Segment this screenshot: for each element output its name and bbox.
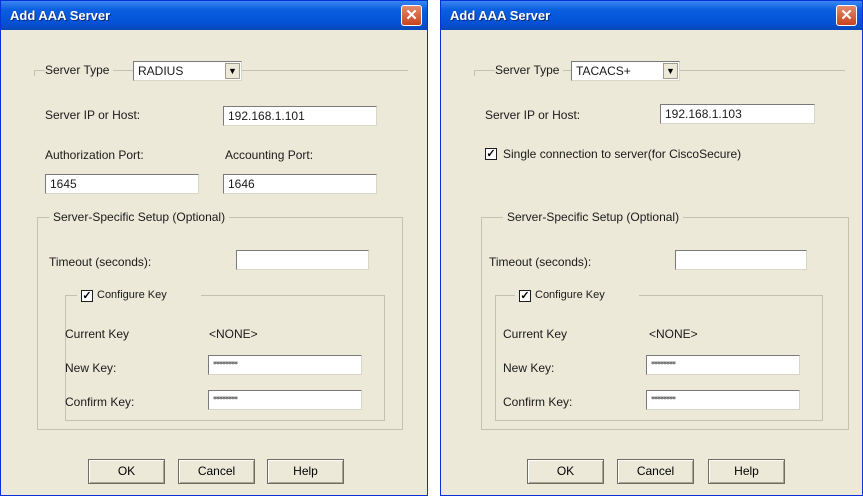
cancel-button[interactable]: Cancel	[617, 459, 694, 484]
new-key-field[interactable]: ********	[646, 355, 800, 375]
chevron-down-icon[interactable]: ▼	[663, 63, 678, 79]
server-type-label: Server Type	[495, 63, 564, 77]
server-specific-setup-label: Server-Specific Setup (Optional)	[49, 210, 230, 224]
current-key-label: Current Key	[503, 327, 568, 341]
acct-port-label: Accounting Port:	[225, 148, 314, 162]
help-button[interactable]: Help	[267, 459, 344, 484]
configure-key-label: Configure Key	[535, 289, 605, 301]
single-connection-label: Single connection to server(for CiscoSec…	[503, 147, 742, 161]
server-type-value: TACACS+	[576, 64, 631, 78]
add-aaa-server-dialog-tacacs: Add AAA Server ✕ Server Type TACACS+ ▼ S…	[440, 0, 863, 496]
server-type-select[interactable]: RADIUS ▼	[133, 61, 242, 81]
configure-key-label: Configure Key	[97, 289, 167, 301]
timeout-field[interactable]	[675, 250, 807, 270]
dialog-title: Add AAA Server	[10, 8, 111, 23]
configure-key-checkbox[interactable]: ✓	[519, 290, 531, 302]
confirm-key-field[interactable]: ********	[646, 390, 800, 410]
title-bar[interactable]: Add AAA Server ✕	[1, 1, 427, 30]
timeout-label: Timeout (seconds):	[489, 255, 592, 269]
current-key-value: <NONE>	[649, 327, 698, 341]
checkmark-icon: ✓	[520, 290, 530, 302]
server-type-label: Server Type	[45, 63, 114, 77]
timeout-field[interactable]	[236, 250, 369, 270]
server-ip-field[interactable]: 192.168.1.101	[223, 106, 377, 126]
cancel-button[interactable]: Cancel	[178, 459, 255, 484]
acct-port-field[interactable]: 1646	[223, 174, 377, 194]
server-ip-label: Server IP or Host:	[45, 108, 141, 122]
confirm-key-label: Confirm Key:	[65, 395, 135, 409]
auth-port-label: Authorization Port:	[45, 148, 144, 162]
ok-button[interactable]: OK	[527, 459, 604, 484]
server-ip-field[interactable]: 192.168.1.103	[660, 104, 815, 124]
single-connection-checkbox[interactable]: ✓	[485, 148, 497, 160]
auth-port-field[interactable]: 1645	[45, 174, 199, 194]
new-key-label: New Key:	[503, 361, 555, 375]
chevron-down-icon[interactable]: ▼	[225, 63, 240, 79]
timeout-label: Timeout (seconds):	[49, 255, 152, 269]
ok-button[interactable]: OK	[88, 459, 165, 484]
server-specific-setup-label: Server-Specific Setup (Optional)	[503, 210, 684, 224]
confirm-key-field[interactable]: ********	[208, 390, 362, 410]
checkmark-icon: ✓	[486, 148, 496, 160]
help-button[interactable]: Help	[708, 459, 785, 484]
checkmark-icon: ✓	[82, 290, 92, 302]
confirm-key-label: Confirm Key:	[503, 395, 573, 409]
close-button[interactable]: ✕	[836, 5, 857, 26]
dialog-title: Add AAA Server	[450, 8, 551, 23]
new-key-field[interactable]: ********	[208, 355, 362, 375]
title-bar[interactable]: Add AAA Server ✕	[441, 1, 862, 30]
close-icon: ✕	[405, 7, 418, 24]
new-key-label: New Key:	[65, 361, 117, 375]
configure-key-checkbox[interactable]: ✓	[81, 290, 93, 302]
group-border	[34, 70, 35, 76]
add-aaa-server-dialog-radius: Add AAA Server ✕ Server Type RADIUS ▼ Se…	[0, 0, 428, 496]
server-type-group	[474, 70, 845, 210]
server-type-value: RADIUS	[138, 64, 184, 78]
server-type-select[interactable]: TACACS+ ▼	[571, 61, 680, 81]
close-button[interactable]: ✕	[401, 5, 422, 26]
current-key-value: <NONE>	[209, 327, 258, 341]
group-border	[474, 70, 475, 76]
close-icon: ✕	[840, 7, 853, 24]
server-ip-label: Server IP or Host:	[485, 108, 581, 122]
current-key-label: Current Key	[65, 327, 130, 341]
